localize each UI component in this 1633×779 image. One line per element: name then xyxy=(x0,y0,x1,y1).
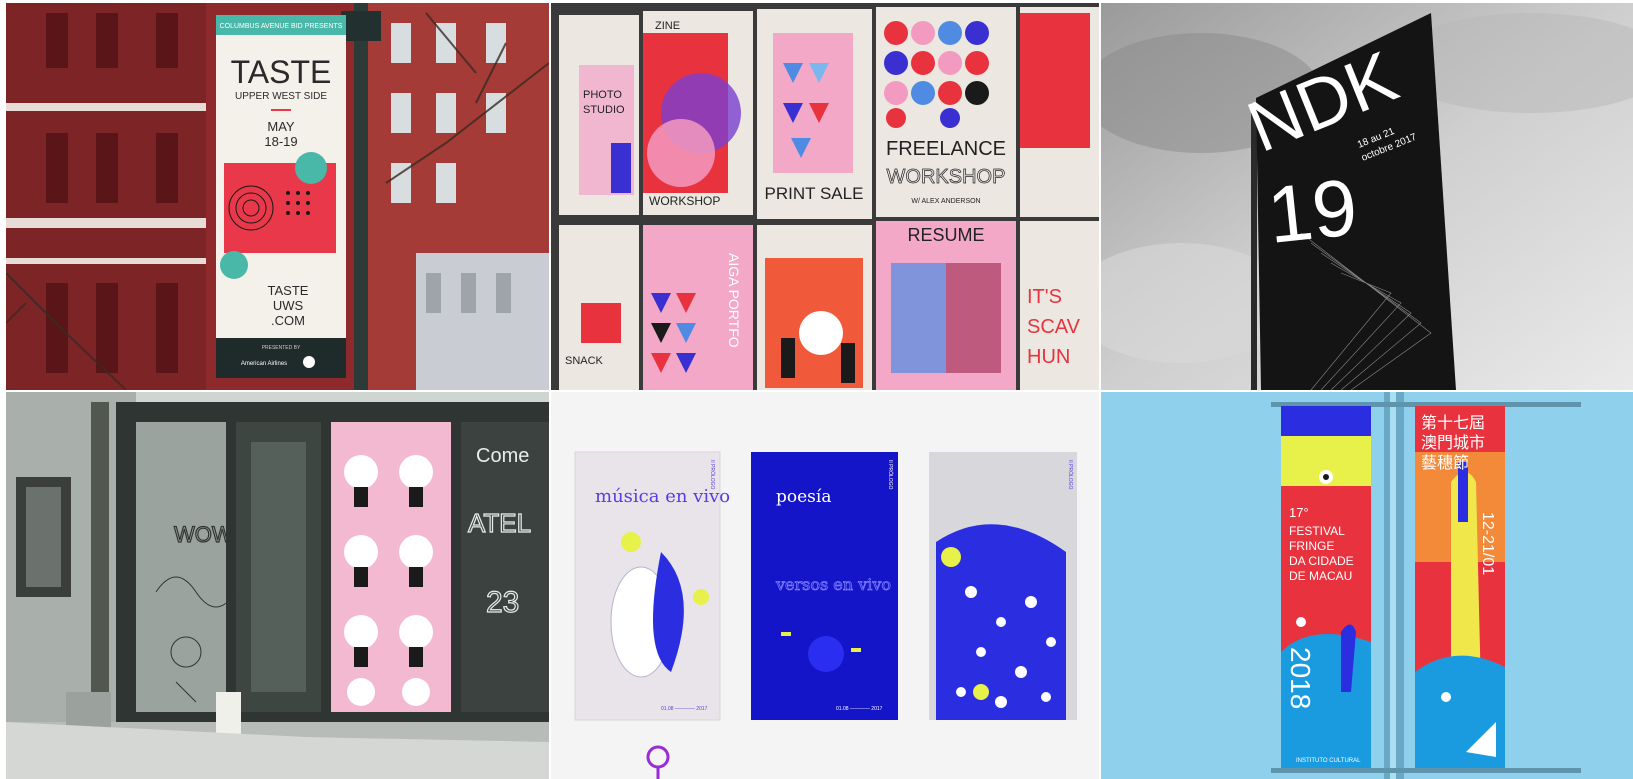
poster-1-side: II PRÓLOGO xyxy=(709,460,716,490)
taste-web-2: UWS xyxy=(273,298,304,313)
glass-text-atel: ATEL xyxy=(468,508,531,538)
poster-zine: ZINE xyxy=(655,20,680,32)
tile-taste-banner[interactable]: COLUMBUS AVENUE BID PRESENTS TASTE UPPER… xyxy=(6,3,549,390)
taste-title: TASTE xyxy=(231,54,332,90)
fringe-en-1: FESTIVAL xyxy=(1289,524,1345,538)
glass-text-wow: WOW xyxy=(174,522,233,547)
fringe-footer: INSTITUTO CULTURAL xyxy=(1296,758,1361,764)
tile-poetry-posters[interactable]: música en vivo II PRÓLOGO 01.08 ———— 201… xyxy=(551,392,1099,779)
glass-text-23: 23 xyxy=(486,586,519,619)
fringe-dates: 12-21/01 xyxy=(1479,512,1496,575)
taste-presents: COLUMBUS AVENUE BID PRESENTS xyxy=(220,23,343,30)
taste-date-month: MAY xyxy=(267,119,295,134)
poster-aiga: AIGA PORTFO xyxy=(726,253,742,348)
fringe-en-3: DA CIDADE xyxy=(1289,554,1354,568)
taste-web-3: .COM xyxy=(271,313,305,328)
glass-text-come: Come xyxy=(476,445,529,467)
image-grid: COLUMBUS AVENUE BID PRESENTS TASTE UPPER… xyxy=(6,3,1633,779)
poster-print-sale: PRINT SALE xyxy=(765,184,864,203)
taste-date-days: 18-19 xyxy=(264,134,297,149)
fringe-en-2: FRINGE xyxy=(1289,539,1334,553)
flag-number: 19 xyxy=(1263,162,1361,260)
tile-storefront[interactable]: Come ATEL 23 WOW xyxy=(6,392,549,779)
poster-by: W/ ALEX ANDERSON xyxy=(911,198,980,205)
poster-scav-1: IT'S xyxy=(1027,286,1062,308)
tile-black-flag[interactable]: NDK 19 18 au 21 octobre 2017 xyxy=(1101,3,1633,390)
poster-1-date: 01.08 ———— 2017 xyxy=(661,706,708,712)
fringe-year: 2018 xyxy=(1285,647,1316,709)
poster-scav-2: SCAV xyxy=(1027,316,1081,338)
fringe-edition: 17° xyxy=(1289,505,1309,520)
poster-3-side: II PRÓLOGO xyxy=(1067,460,1074,490)
taste-subtitle: UPPER WEST SIDE xyxy=(235,91,327,102)
taste-sponsor-label: PRESENTED BY xyxy=(262,345,301,351)
poster-versos-title: versos en vivo xyxy=(775,575,891,594)
poster-photo-1: PHOTO xyxy=(583,89,622,101)
poster-freelance: FREELANCE xyxy=(886,138,1006,160)
tile-fringe-banners[interactable]: 17° FESTIVAL FRINGE DA CIDADE DE MACAU 2… xyxy=(1101,392,1633,779)
poster-workshop: WORKSHOP xyxy=(649,194,720,208)
poster-poesia-title: poesía xyxy=(776,487,831,507)
fringe-cn-3: 藝穗節 xyxy=(1421,454,1469,472)
poster-scav-3: HUN xyxy=(1027,346,1070,368)
poster-2-date: 01.08 ———— 2017 xyxy=(836,706,883,712)
poster-photo-2: STUDIO xyxy=(583,104,625,116)
fringe-en-4: DE MACAU xyxy=(1289,569,1352,583)
poster-resume: RESUME xyxy=(907,225,984,245)
tile-poster-wall[interactable]: PHOTO STUDIO ZINE WORKSHOP PRINT SALE FR… xyxy=(551,3,1099,390)
fringe-cn-2: 澳門城市 xyxy=(1421,434,1485,452)
poster-snack: SNACK xyxy=(565,355,604,367)
taste-web-1: TASTE xyxy=(268,283,309,298)
taste-sponsor: American Airlines xyxy=(241,361,287,367)
fringe-cn-1: 第十七屆 xyxy=(1421,414,1485,432)
poster-2-side: II PRÓLOGO xyxy=(887,460,894,490)
poster-workshop-2: WORKSHOP xyxy=(887,166,1006,188)
